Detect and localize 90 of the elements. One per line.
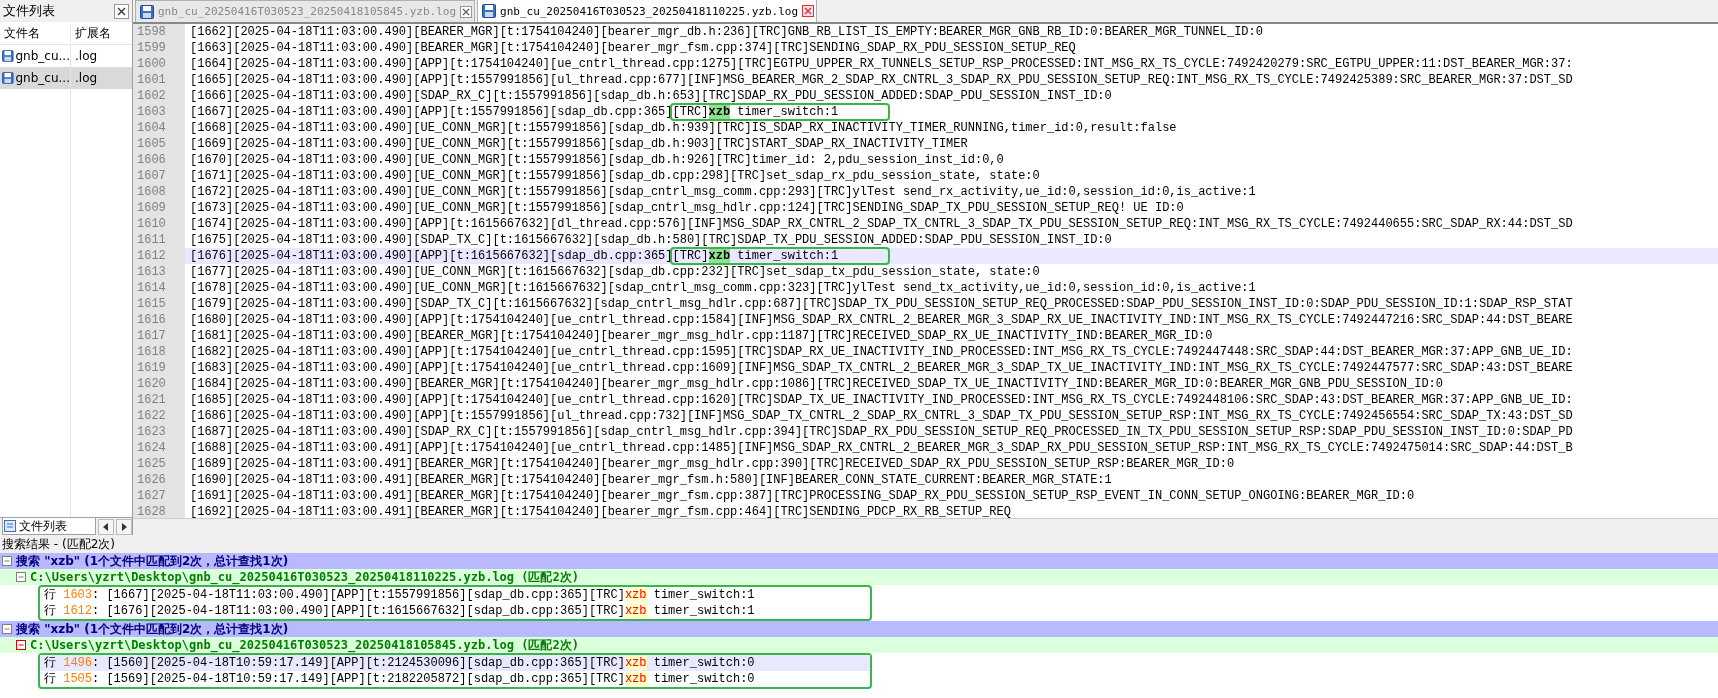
line-number: 1611 (133, 232, 185, 248)
line-number: 1606 (133, 152, 185, 168)
search-header[interactable]: 搜索 "xzb" (1个文件中匹配到2次，总计查找1次) (16, 552, 289, 570)
search-hit[interactable]: 行 1496: [1560][2025-04-18T10:59:17.149][APP][t:2124530096][sdap_db.cpp:365][TRC]xzb timer_switch:0 (40, 655, 870, 671)
line-number: 1612 (133, 248, 185, 264)
line-number: 1628 (133, 504, 185, 518)
log-line: [1678][2025-04-18T11:03:00.490][UE_CONN_MGR][t:1615667632][sdap_cntrl_msg_comm.cpp:323][TRC]ylTest send_tx_activity,ue_id:0,session_id:0,is_active:1 (190, 280, 1256, 296)
line-number: 1615 (133, 296, 185, 312)
line-number: 1624 (133, 440, 185, 456)
line-number: 1600 (133, 56, 185, 72)
column-header[interactable]: 文件名 (0, 24, 70, 42)
close-icon[interactable] (460, 5, 472, 18)
log-line: [1675][2025-04-18T11:03:00.490][SDAP_TX_C][t:1615667632][sdap_db.h:580][TRC]SDAP_TX_PDU_SESSION_ADDED:SDAP_PDU_SESSION_INST_ID:0 (190, 232, 1112, 248)
collapse-icon[interactable] (2, 624, 12, 634)
line-number: 1627 (133, 488, 185, 504)
file-tab[interactable]: gnb_cu_20250416T030523_20250418110225.yzb.log (477, 0, 818, 22)
log-line: [1682][2025-04-18T11:03:00.490][APP][t:1754104240][ue_cntrl_thread.cpp:1595][TRC]SDAP_RX_UE_INACTIVITY_IND_PROCESSED:INT_MSG_RX_TS_CYCLE:7492447448:SRC_SDAP:44:DST_BEARER_MGR:37:APP_GNB_UE_ID: (190, 344, 1573, 360)
panel-tab[interactable]: 文件列表 (2, 518, 96, 535)
log-line: [1681][2025-04-18T11:03:00.490][BEARER_MGR][t:1754104240][bearer_mgr_msg_hdlr.cpp:1187][TRC]RECEIVED_SDAP_RX_UE_INACTIVITY_IND:BEARER_MGR_ID:0 (190, 328, 1213, 344)
log-line: [1686][2025-04-18T11:03:00.490][APP][t:1557991856][ul_thread.cpp:732][INF]MSG_SDAP_TX_CNTRL_2_SDAP_RX_CNTRL_3_SDAP_TX_PDU_SESSION_SETUP_RSP:INT_MSG_RX_TS_CYCLE:7492456554:SRC_SDAP_TX:43:DST_SD (190, 408, 1573, 424)
line-number: 1610 (133, 216, 185, 232)
collapse-icon[interactable] (2, 556, 12, 566)
line-number: 1622 (133, 408, 185, 424)
line-number: 1620 (133, 376, 185, 392)
line-number: 1614 (133, 280, 185, 296)
line-number: 1603 (133, 104, 185, 120)
log-line: [1689][2025-04-18T11:03:00.491][BEARER_MGR][t:1754104240][bearer_mgr_msg_hdlr.cpp:390][TRC]RECEIVED_SDAP_RX_PDU_SESSION_SETUP_RSP:BEARER_MGR_ID:0 (190, 456, 1235, 472)
log-line: [1680][2025-04-18T11:03:00.490][APP][t:1754104240][ue_cntrl_thread.cpp:1584][INF]MSG_SDAP_RX_CNTRL_2_BEARER_MGR_3_SDAP_RX_UE_INACTIVITY_IND:INT_MSG_RX_TS_CYCLE:7492447216:SRC_SDAP:44:DST_BEARE (190, 312, 1573, 328)
log-line: [1664][2025-04-18T11:03:00.490][APP][t:1754104240][ue_cntrl_thread.cpp:1275][TRC]EGTPU_UPPER_RX_TUNNELS_SETUP_RSP_PROCESSED:INT_MSG_RX_TS_CYCLE:7492420279:SRC_EGTPU_UPPER:11:DST_BEARER_MGR:37: (190, 56, 1573, 72)
log-line: [1683][2025-04-18T11:03:00.490][APP][t:1754104240][ue_cntrl_thread.cpp:1609][INF]MSG_SDAP_TX_CNTRL_2_BEARER_MGR_3_SDAP_TX_UE_INACTIVITY_IND:INT_MSG_RX_TS_CYCLE:7492447577:SRC_SDAP:43:DST_BEARE (190, 360, 1573, 376)
line-number: 1599 (133, 40, 185, 56)
log-line: [1691][2025-04-18T11:03:00.491][BEARER_MGR][t:1754104240][bearer_mgr_fsm.cpp:387][TRC]PROCESSING_SDAP_RX_PDU_SESSION_SETUP_RSP_EVENT_IN_CONN_SETUP_ONGOING:BEARER_MGR_ID:0 (190, 488, 1415, 504)
log-line: [1666][2025-04-18T11:03:00.490][SDAP_RX_C][t:1557991856][sdap_db.h:653][TRC]SDAP_RX_PDU_SESSION_ADDED:SDAP_PDU_SESSION_INST_ID:0 (190, 88, 1112, 104)
collapse-icon[interactable] (16, 640, 26, 650)
line-number: 1604 (133, 120, 185, 136)
column-header[interactable]: 扩展名 (70, 24, 132, 42)
log-line: [1677][2025-04-18T11:03:00.490][UE_CONN_MGR][t:1615667632][sdap_db.cpp:232][TRC]set_sdap_tx_pdu_session_state, state:0 (190, 264, 1040, 280)
file-extension: .log (70, 67, 132, 89)
line-number: 1602 (133, 88, 185, 104)
log-line: [1673][2025-04-18T11:03:00.490][UE_CONN_MGR][t:1557991856][sdap_cntrl_msg_hdlr.cpp:124][TRC]SENDING_SDAP_TX_PDU_SESSION_SETUP_REQ! UE ID:0 (190, 200, 1184, 216)
log-line: [1671][2025-04-18T11:03:00.490][UE_CONN_MGR][t:1557991856][sdap_db.cpp:298][TRC]set_sdap_rx_pdu_session_state, state:0 (190, 168, 1040, 184)
panel-title: 搜索结果 - (匹配2次) (0, 535, 1718, 553)
line-number: 1623 (133, 424, 185, 440)
log-line: [1669][2025-04-18T11:03:00.490][UE_CONN_MGR][t:1557991856][sdap_db.h:903][TRC]START_SDAP_RX_INACTIVITY_TIMER (190, 136, 968, 152)
collapse-icon[interactable] (16, 572, 26, 582)
log-line: [1668][2025-04-18T11:03:00.490][UE_CONN_MGR][t:1557991856][sdap_db.h:939][TRC]IS_SDAP_RX_INACTIVITY_TIMER_RUNNING,timer_id:0,result:false (190, 120, 1177, 136)
save-icon (140, 4, 154, 19)
search-hit[interactable]: 行 1603: [1667][2025-04-18T11:03:00.490][APP][t:1557991856][sdap_db.cpp:365][TRC]xzb timer_switch:1 (40, 587, 870, 603)
line-number: 1616 (133, 312, 185, 328)
log-line: [1684][2025-04-18T11:03:00.490][BEARER_MGR][t:1754104240][bearer_mgr_msg_hdlr.cpp:1086][TRC]RECEIVED_SDAP_TX_UE_INACTIVITY_IND:BEARER_MGR_ID:0:BEARER_MGR_GNB_PDU_SESSION_ID:0 (190, 376, 1443, 392)
line-number: 1598 (133, 24, 185, 40)
log-line: [1687][2025-04-18T11:03:00.490][SDAP_RX_C][t:1557991856][sdap_cntrl_msg_hdlr.cpp:394][TRC]SDAP_RX_PDU_SESSION_SETUP_REQ_PROCESSED_IN_TX_PDU_SESSION_SETUP_RSP:SDAP_PDU_SESSION_INST_ID:0:SDAP_PD (190, 424, 1573, 440)
file-icon (2, 71, 14, 85)
line-number: 1607 (133, 168, 185, 184)
log-line: [1688][2025-04-18T11:03:00.491][APP][t:1754104240][ue_cntrl_thread.cpp:1485][INF]MSG_SDAP_RX_CNTRL_2_BEARER_MGR_3_SDAP_RX_PDU_SESSION_SETUP_RSP:INT_MSG_RX_TS_CYCLE:7492475014:SRC_SDAP:44:DST_B (190, 440, 1573, 456)
search-hit[interactable]: 行 1505: [1569][2025-04-18T10:59:17.149][APP][t:2182205872][sdap_db.cpp:365][TRC]xzb timer_switch:0 (40, 671, 870, 687)
line-number: 1605 (133, 136, 185, 152)
line-number: 1625 (133, 456, 185, 472)
line-number: 1617 (133, 328, 185, 344)
line-number: 1609 (133, 200, 185, 216)
line-number: 1601 (133, 72, 185, 88)
log-line: [1662][2025-04-18T11:03:00.490][BEARER_MGR][t:1754104240][bearer_mgr_db.h:236][TRC]GNB_RB_LIST_IS_EMPTY:BEARER_MGR_GNB_RB_ID:0:BEARER_MGR_TUNNEL_ID:0 (190, 24, 1263, 40)
search-hit[interactable]: 行 1612: [1676][2025-04-18T11:03:00.490][APP][t:1615667632][sdap_db.cpp:365][TRC]xzb timer_switch:1 (40, 603, 870, 619)
log-line: [1690][2025-04-18T11:03:00.491][BEARER_MGR][t:1754104240][bearer_mgr_fsm.h:580][INF]BEARER_CONN_STATE_CURRENT:BEARER_MGR_STATE:1 (190, 472, 1112, 488)
file-row[interactable]: gnb_cu... .log (0, 67, 132, 89)
line-number: 1621 (133, 392, 185, 408)
log-line: [1685][2025-04-18T11:03:00.490][APP][t:1754104240][ue_cntrl_thread.cpp:1620][TRC]SDAP_TX_UE_INACTIVITY_IND_PROCESSED:INT_MSG_RX_TS_CYCLE:7492448106:SRC_SDAP:43:DST_BEARER_MGR:37:APP_GNB_UE_ID: (190, 392, 1573, 408)
line-number: 1618 (133, 344, 185, 360)
log-line: [1670][2025-04-18T11:03:00.490][UE_CONN_MGR][t:1557991856][sdap_db.h:926][TRC]timer_id: 2,pdu_session_inst_id:0,0 (190, 152, 1004, 168)
log-line: [1667][2025-04-18T11:03:00.490][APP][t:1557991856][sdap_db.cpp:365][TRC]xzb timer_switch:1 (190, 104, 891, 120)
line-number: 1613 (133, 264, 185, 280)
file-name: gnb_cu... (15, 71, 70, 85)
save-icon (482, 4, 496, 18)
line-number: 1626 (133, 472, 185, 488)
log-line: [1676][2025-04-18T11:03:00.490][APP][t:1615667632][sdap_db.cpp:365][TRC]xzb timer_switch:1 (190, 248, 891, 264)
log-line: [1679][2025-04-18T11:03:00.490][SDAP_TX_C][t:1615667632][sdap_cntrl_msg_hdlr.cpp:687][TRC]SDAP_TX_PDU_SESSION_SETUP_REQ_PROCESSED:SDAP_PDU_SESSION_INST_ID:0:SDAP_PDU_SESSION_ID:1:SDAP_RSP_STAT (190, 296, 1573, 312)
line-number: 1619 (133, 360, 185, 376)
log-line: [1692][2025-04-18T11:03:00.491][BEARER_MGR][t:1754104240][bearer_mgr_fsm.cpp:464][TRC]SENDING_PDCP_RX_RB_SETUP_REQ (190, 504, 1011, 518)
scroll-right-icon[interactable] (116, 518, 132, 535)
panel-title: 文件列表 (3, 2, 55, 20)
file-name: gnb_cu... (15, 49, 70, 63)
close-icon[interactable] (114, 3, 129, 19)
scroll-left-icon[interactable] (98, 518, 114, 535)
log-line: [1665][2025-04-18T11:03:00.490][APP][t:1557991856][ul_thread.cpp:677][INF]MSG_BEARER_MGR_2_SDAP_RX_CNTRL_3_SDAP_RX_PDU_SESSION_SETUP_REQ:INT_MSG_RX_TS_CYCLE:7492425389:SRC_BEARER_MGR:37:DST_SD (190, 72, 1573, 88)
line-number: 1608 (133, 184, 185, 200)
log-line: [1672][2025-04-18T11:03:00.490][UE_CONN_MGR][t:1557991856][sdap_cntrl_msg_comm.cpp:293][TRC]ylTest send_rx_activity,ue_id:0,session_id:0,is_active:1 (190, 184, 1256, 200)
search-header[interactable]: 搜索 "xzb" (1个文件中匹配到2次，总计查找1次) (16, 620, 289, 638)
log-line: [1674][2025-04-18T11:03:00.490][APP][t:1615667632][dl_thread.cpp:576][INF]MSG_SDAP_RX_CNTRL_2_SDAP_TX_CNTRL_3_SDAP_TX_PDU_SESSION_SETUP_REQ:INT_MSG_RX_TS_CYCLE:7492440655:SRC_SDAP_RX:44:DST_SD (190, 216, 1573, 232)
list-icon (4, 520, 16, 532)
log-line: [1663][2025-04-18T11:03:00.490][BEARER_MGR][t:1754104240][bearer_mgr_fsm.cpp:374][TRC]SENDING_SDAP_RX_PDU_SESSION_SETUP_REQ (190, 40, 1076, 56)
